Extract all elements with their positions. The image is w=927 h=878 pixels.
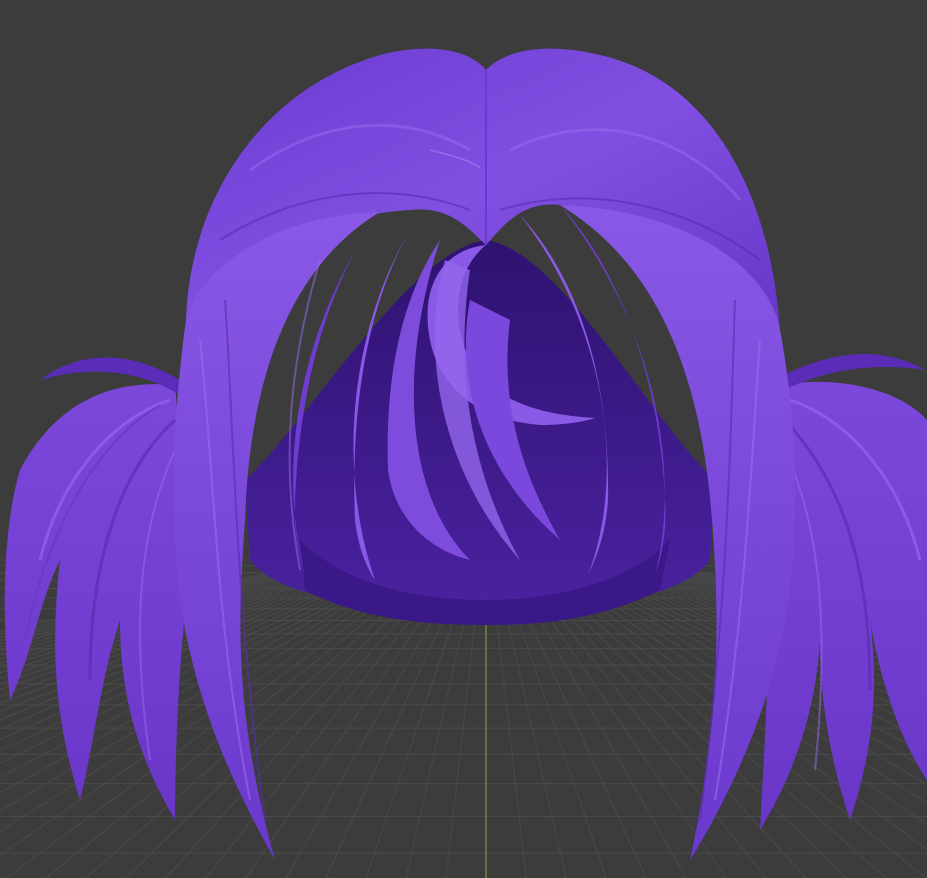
3d-viewport[interactable] [0, 0, 927, 878]
left-pigtail [4, 357, 190, 820]
inner-cap [245, 240, 715, 625]
viewport-canvas[interactable] [0, 0, 927, 878]
